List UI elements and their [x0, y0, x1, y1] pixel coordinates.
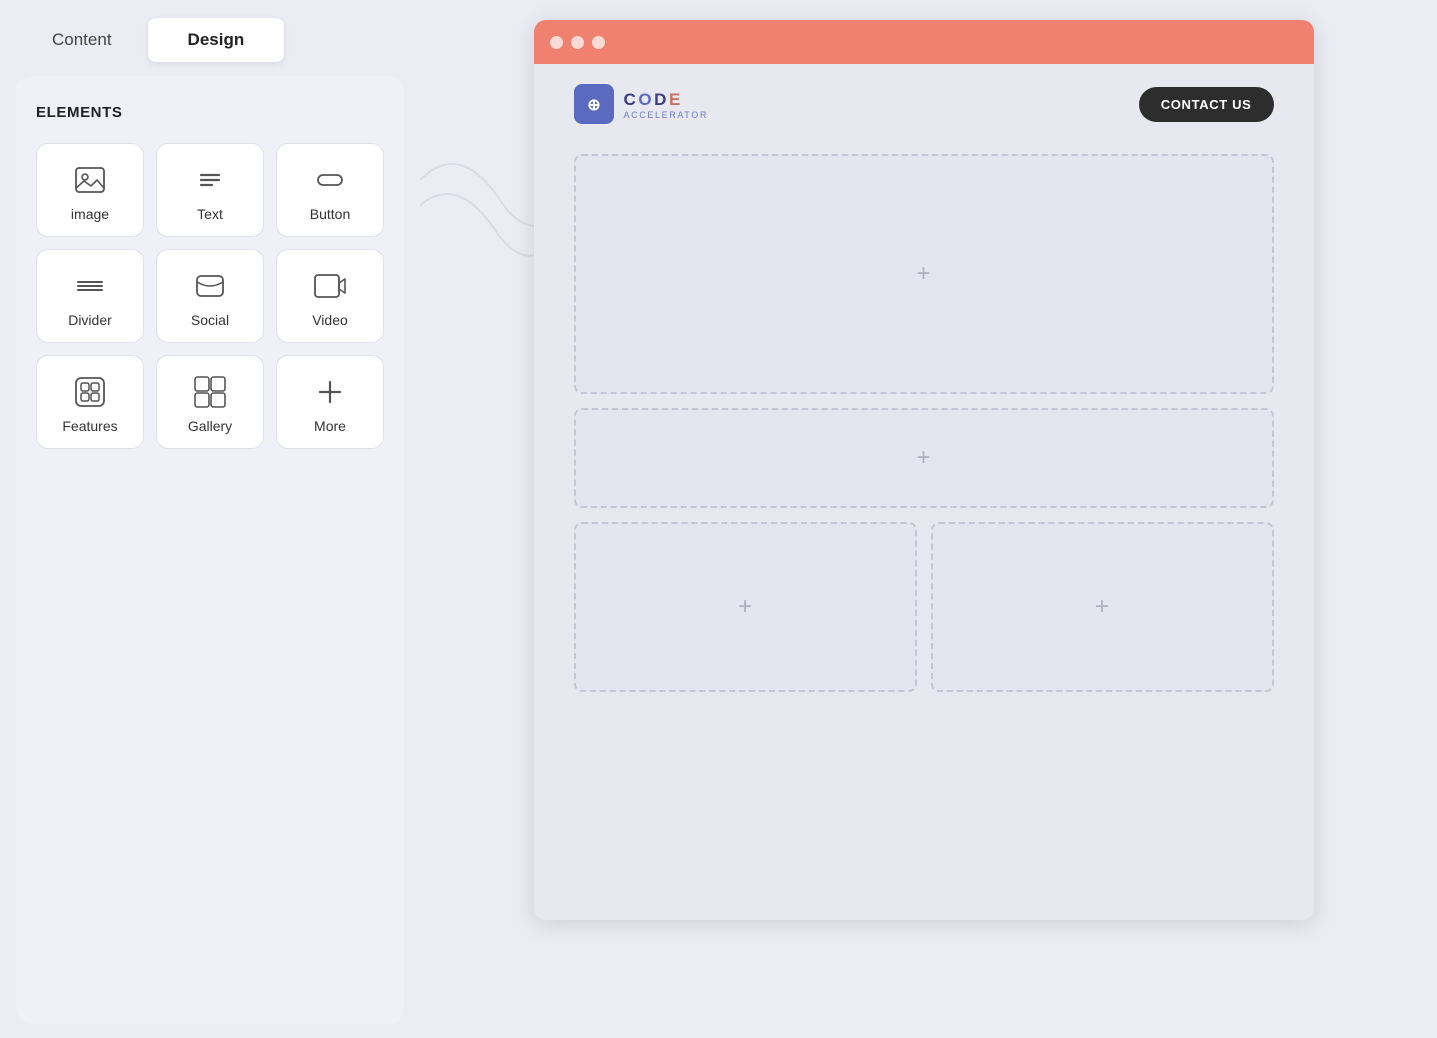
left-panel: Content Design ELEMENTS image	[0, 0, 420, 1038]
tab-bar: Content Design	[0, 0, 420, 62]
panel-body: ELEMENTS image	[16, 76, 404, 1024]
site-nav: ⊕ CODE ACCELERATOR CONTACT US	[534, 64, 1314, 144]
element-card-social[interactable]: Social	[156, 249, 264, 343]
browser-content: ⊕ CODE ACCELERATOR CONTACT US +	[534, 64, 1314, 920]
features-label: Features	[62, 418, 117, 434]
elements-title: ELEMENTS	[36, 104, 384, 121]
browser-titlebar	[534, 20, 1314, 64]
text-icon	[192, 162, 228, 198]
site-logo: ⊕ CODE ACCELERATOR	[574, 84, 709, 124]
logo-text: CODE ACCELERATOR	[624, 89, 709, 120]
image-label: image	[71, 206, 109, 222]
video-icon	[312, 268, 348, 304]
more-icon	[312, 374, 348, 410]
add-icon-2: +	[916, 446, 930, 470]
more-label: More	[314, 418, 346, 434]
browser-dot-1	[550, 36, 563, 49]
element-card-image[interactable]: image	[36, 143, 144, 237]
tab-content[interactable]: Content	[24, 18, 140, 62]
element-card-features[interactable]: Features	[36, 355, 144, 449]
logo-sub: ACCELERATOR	[624, 110, 709, 120]
features-icon	[72, 374, 108, 410]
element-card-divider[interactable]: Divider	[36, 249, 144, 343]
gallery-label: Gallery	[188, 418, 232, 434]
browser-dot-2	[571, 36, 584, 49]
logo-main: CODE	[624, 89, 709, 110]
image-icon	[72, 162, 108, 198]
bottom-blocks: + +	[574, 522, 1274, 692]
button-icon	[312, 162, 348, 198]
text-label: Text	[197, 206, 223, 222]
contact-us-button[interactable]: CONTACT US	[1139, 87, 1274, 122]
social-label: Social	[191, 312, 229, 328]
social-icon	[192, 268, 228, 304]
browser-mockup: ⊕ CODE ACCELERATOR CONTACT US +	[534, 20, 1314, 920]
element-card-button[interactable]: Button	[276, 143, 384, 237]
logo-icon: ⊕	[574, 84, 614, 124]
tab-design[interactable]: Design	[148, 18, 285, 62]
svg-text:⊕: ⊕	[587, 97, 600, 114]
add-icon-4: +	[1095, 595, 1109, 619]
element-card-text[interactable]: Text	[156, 143, 264, 237]
add-icon-3: +	[738, 595, 752, 619]
content-block-2[interactable]: +	[574, 408, 1274, 508]
gallery-icon	[192, 374, 228, 410]
content-block-1[interactable]: +	[574, 154, 1274, 394]
content-block-4[interactable]: +	[931, 522, 1274, 692]
add-icon-1: +	[916, 262, 930, 286]
button-label: Button	[310, 206, 350, 222]
right-area: ⊕ CODE ACCELERATOR CONTACT US +	[420, 0, 1437, 1038]
elements-grid: image Text	[36, 143, 384, 449]
element-card-more[interactable]: More	[276, 355, 384, 449]
element-card-video[interactable]: Video	[276, 249, 384, 343]
browser-dot-3	[592, 36, 605, 49]
divider-label: Divider	[68, 312, 112, 328]
site-blocks: + + + +	[534, 144, 1314, 920]
element-card-gallery[interactable]: Gallery	[156, 355, 264, 449]
content-block-3[interactable]: +	[574, 522, 917, 692]
divider-icon	[72, 268, 108, 304]
video-label: Video	[312, 312, 348, 328]
